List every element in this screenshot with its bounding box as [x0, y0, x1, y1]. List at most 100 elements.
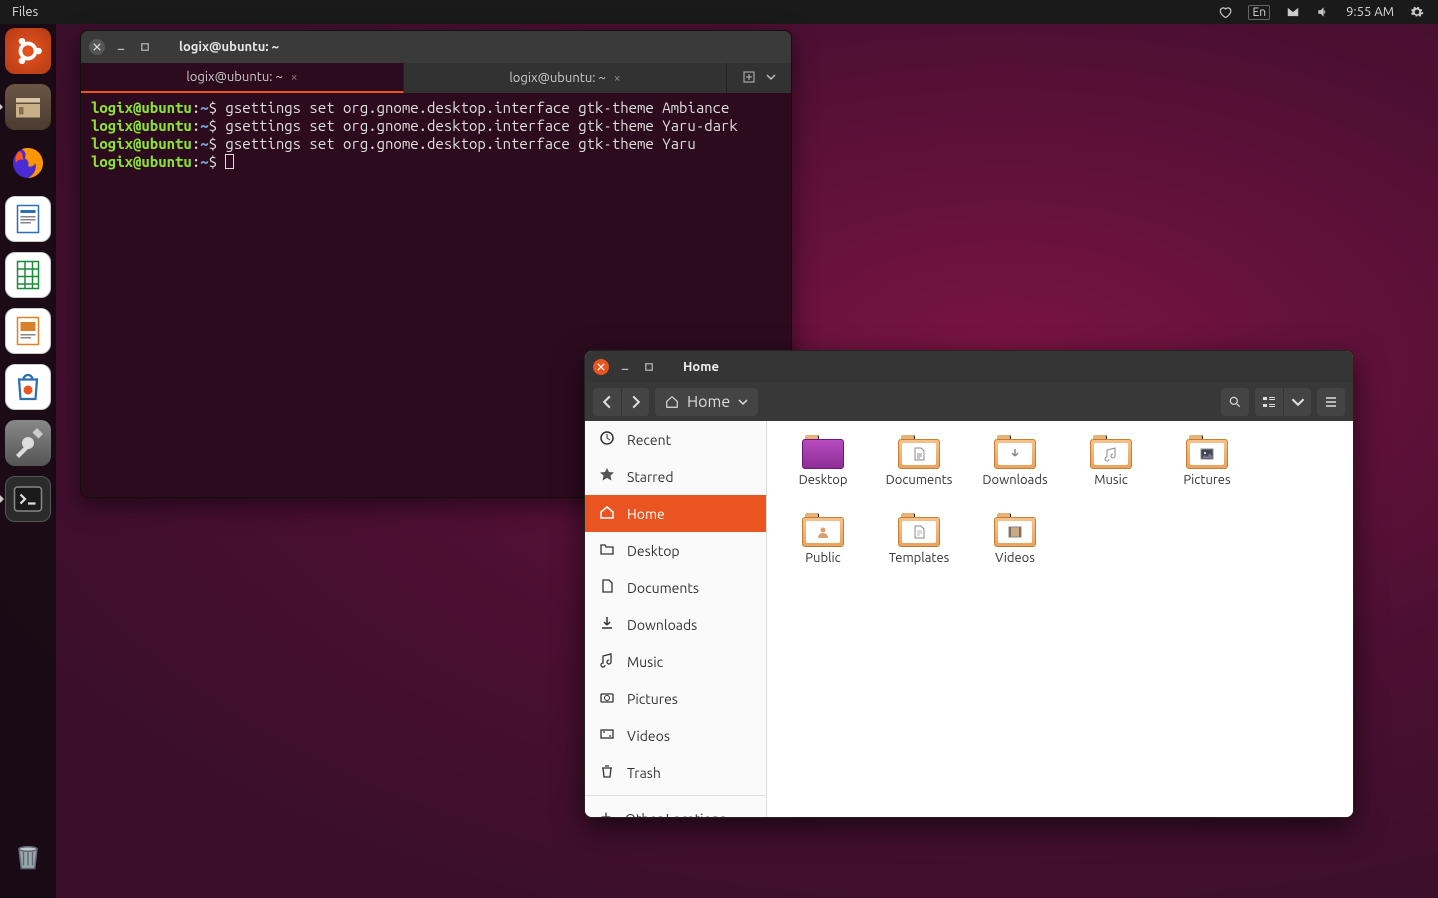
- sidebar-item-label: Desktop: [627, 543, 680, 559]
- folder-templates[interactable]: Templates: [871, 513, 967, 587]
- sidebar-item-trash[interactable]: Trash: [585, 754, 766, 791]
- impress-icon: [10, 313, 46, 349]
- chevron-left-icon: [600, 395, 614, 409]
- sidebar-item-home[interactable]: Home: [585, 495, 766, 532]
- close-icon: [93, 43, 101, 51]
- writer-icon: [10, 201, 46, 237]
- folder-downloads[interactable]: Downloads: [967, 435, 1063, 509]
- sidebar-item-label: Documents: [627, 580, 699, 596]
- chevron-right-icon: [629, 395, 643, 409]
- folder-icon: [802, 435, 844, 469]
- terminal-maximize-button[interactable]: [137, 39, 153, 55]
- hamburger-menu-button[interactable]: [1317, 388, 1345, 416]
- folder-desktop[interactable]: Desktop: [775, 435, 871, 509]
- tab-menu-button[interactable]: [766, 71, 776, 85]
- maximize-icon: [141, 43, 149, 51]
- folder-music[interactable]: Music: [1063, 435, 1159, 509]
- home-icon: [665, 395, 679, 409]
- view-options-button[interactable]: [1283, 388, 1311, 416]
- terminal-tab-label: logix@ubuntu: ~: [186, 70, 282, 84]
- clock-indicator[interactable]: 9:55 AM: [1338, 5, 1402, 19]
- wrench-gear-icon: [10, 425, 46, 461]
- video-icon: [599, 726, 615, 745]
- sidebar-item-documents[interactable]: Documents: [585, 569, 766, 606]
- trash-icon: [599, 763, 615, 782]
- folder-label: Downloads: [982, 473, 1047, 487]
- dock-app-settings[interactable]: [5, 420, 51, 466]
- sync-indicator[interactable]: [1210, 5, 1240, 19]
- sidebar-item-videos[interactable]: Videos: [585, 717, 766, 754]
- path-bar[interactable]: Home: [655, 388, 758, 416]
- sidebar-item-desktop[interactable]: Desktop: [585, 532, 766, 569]
- folder-videos[interactable]: Videos: [967, 513, 1063, 587]
- mail-indicator[interactable]: [1278, 5, 1308, 19]
- maximize-icon: [645, 363, 653, 371]
- new-tab-icon: [742, 70, 756, 84]
- dock-app-ubuntu[interactable]: [5, 28, 51, 74]
- down-icon: [599, 615, 615, 634]
- dock-app-writer[interactable]: [5, 196, 51, 242]
- star-icon: [599, 467, 615, 486]
- search-button[interactable]: [1221, 388, 1249, 416]
- files-content[interactable]: Desktop Documents Downloads Music: [767, 421, 1353, 817]
- sidebar-item-downloads[interactable]: Downloads: [585, 606, 766, 643]
- dock-app-calc[interactable]: [5, 252, 51, 298]
- folder-icon: [898, 435, 940, 469]
- sidebar-item-pictures[interactable]: Pictures: [585, 680, 766, 717]
- volume-indicator[interactable]: [1308, 5, 1338, 19]
- path-label: Home: [687, 393, 730, 411]
- nav-back-button[interactable]: [593, 388, 621, 416]
- close-tab-icon[interactable]: ×: [614, 72, 621, 85]
- sidebar-item-starred[interactable]: Starred: [585, 458, 766, 495]
- sidebar-item-label: Music: [627, 654, 663, 670]
- close-tab-icon[interactable]: ×: [291, 71, 298, 84]
- terminal-close-button[interactable]: [89, 39, 105, 55]
- language-indicator[interactable]: En: [1240, 5, 1278, 20]
- plus-icon: [599, 809, 613, 817]
- dock-app-terminal[interactable]: [5, 476, 51, 522]
- folder-icon: [802, 513, 844, 547]
- camera-icon: [599, 689, 615, 708]
- files-close-button[interactable]: [593, 359, 609, 375]
- terminal-minimize-button[interactable]: [113, 39, 129, 55]
- sidebar-item-label: Starred: [627, 469, 674, 485]
- dock-app-software[interactable]: [5, 364, 51, 410]
- folder-icon: [599, 541, 615, 560]
- sidebar-item-label: Home: [627, 506, 665, 522]
- hamburger-icon: [1324, 395, 1338, 409]
- folder-label: Music: [1094, 473, 1128, 487]
- dock-app-firefox[interactable]: [5, 140, 51, 186]
- folder-label: Templates: [889, 551, 950, 565]
- folder-documents[interactable]: Documents: [871, 435, 967, 509]
- terminal-tab-0[interactable]: logix@ubuntu: ~ ×: [81, 63, 404, 93]
- terminal-tab-1[interactable]: logix@ubuntu: ~ ×: [404, 63, 727, 93]
- dock-trash[interactable]: [5, 832, 51, 878]
- folder-pictures[interactable]: Pictures: [1159, 435, 1255, 509]
- folder-public[interactable]: Public: [775, 513, 871, 587]
- sidebar-item-music[interactable]: Music: [585, 643, 766, 680]
- sidebar-item-recent[interactable]: Recent: [585, 421, 766, 458]
- home-icon: [599, 504, 615, 523]
- view-mode-button[interactable]: [1255, 388, 1283, 416]
- folder-label: Desktop: [799, 473, 848, 487]
- files-minimize-button[interactable]: [617, 359, 633, 375]
- dock-app-files[interactable]: [5, 84, 51, 130]
- chevron-down-icon: [1291, 395, 1305, 409]
- terminal-tab-label: logix@ubuntu: ~: [509, 71, 605, 85]
- folder-label: Pictures: [1183, 473, 1230, 487]
- sidebar-item-label: Pictures: [627, 691, 678, 707]
- system-indicator[interactable]: [1402, 5, 1432, 19]
- files-maximize-button[interactable]: [641, 359, 657, 375]
- list-icon: [1262, 395, 1276, 409]
- new-tab-button[interactable]: [742, 70, 756, 87]
- files-titlebar[interactable]: Home: [585, 351, 1353, 383]
- folder-icon: [1186, 435, 1228, 469]
- sidebar-item-other-locations[interactable]: Other Locations: [585, 800, 766, 817]
- top-panel: Files En 9:55 AM: [0, 0, 1438, 24]
- panel-app-menu[interactable]: Files: [6, 3, 44, 21]
- terminal-titlebar[interactable]: logix@ubuntu: ~: [81, 31, 791, 63]
- doc-icon: [599, 578, 615, 597]
- dock-app-impress[interactable]: [5, 308, 51, 354]
- sidebar-item-label: Downloads: [627, 617, 697, 633]
- nav-forward-button[interactable]: [621, 388, 649, 416]
